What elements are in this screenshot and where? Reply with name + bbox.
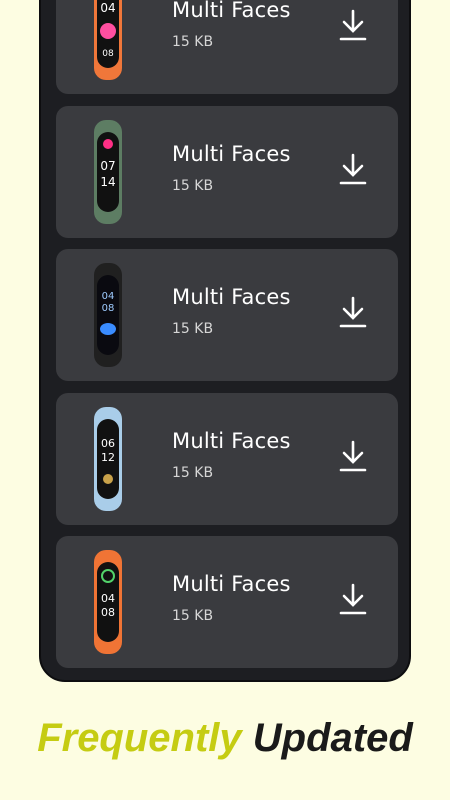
item-title: Multi Faces <box>172 572 291 596</box>
download-icon[interactable] <box>338 8 368 42</box>
time-top: 07 <box>100 159 115 173</box>
watchface-thumbnail: 04 08 <box>94 263 122 367</box>
time-bottom: 12 <box>101 451 115 464</box>
tagline-word-2: Updated <box>252 716 413 760</box>
tagline-word-1: Frequently <box>37 716 242 760</box>
item-size: 15 KB <box>172 465 214 481</box>
watchface-thumbnail: 04 08 <box>94 0 122 80</box>
time-bottom: 08 <box>102 303 115 314</box>
watchface-list: 04 08 Multi Faces 15 KB 07 14 Multi Face… <box>41 0 409 680</box>
watchface-thumbnail: 07 14 <box>94 120 122 224</box>
time-bottom: 14 <box>100 175 115 189</box>
download-icon[interactable] <box>338 582 368 616</box>
download-icon[interactable] <box>338 152 368 186</box>
item-size: 15 KB <box>172 34 214 50</box>
item-title: Multi Faces <box>172 142 291 166</box>
download-icon[interactable] <box>338 439 368 473</box>
list-item[interactable]: 07 14 Multi Faces 15 KB <box>56 106 398 238</box>
list-item[interactable]: 04 08 Multi Faces 15 KB <box>56 249 398 381</box>
list-item[interactable]: 06 12 Multi Faces 15 KB <box>56 393 398 525</box>
list-item[interactable]: 04 08 Multi Faces 15 KB <box>56 536 398 668</box>
time-bottom: 08 <box>101 606 115 619</box>
time-top: 04 <box>100 1 115 15</box>
item-size: 15 KB <box>172 178 214 194</box>
item-title: Multi Faces <box>172 429 291 453</box>
item-size: 15 KB <box>172 608 214 624</box>
list-item[interactable]: 04 08 Multi Faces 15 KB <box>56 0 398 94</box>
watchface-thumbnail: 04 08 <box>94 550 122 654</box>
item-size: 15 KB <box>172 321 214 337</box>
phone-frame: 04 08 Multi Faces 15 KB 07 14 Multi Face… <box>39 0 411 682</box>
time-top: 06 <box>101 437 115 450</box>
time-top: 04 <box>101 592 115 605</box>
tagline: Frequently Updated <box>0 716 450 761</box>
item-title: Multi Faces <box>172 0 291 22</box>
item-title: Multi Faces <box>172 285 291 309</box>
watchface-thumbnail: 06 12 <box>94 407 122 511</box>
time-bottom: 08 <box>102 49 114 59</box>
time-top: 04 <box>102 291 115 302</box>
download-icon[interactable] <box>338 295 368 329</box>
